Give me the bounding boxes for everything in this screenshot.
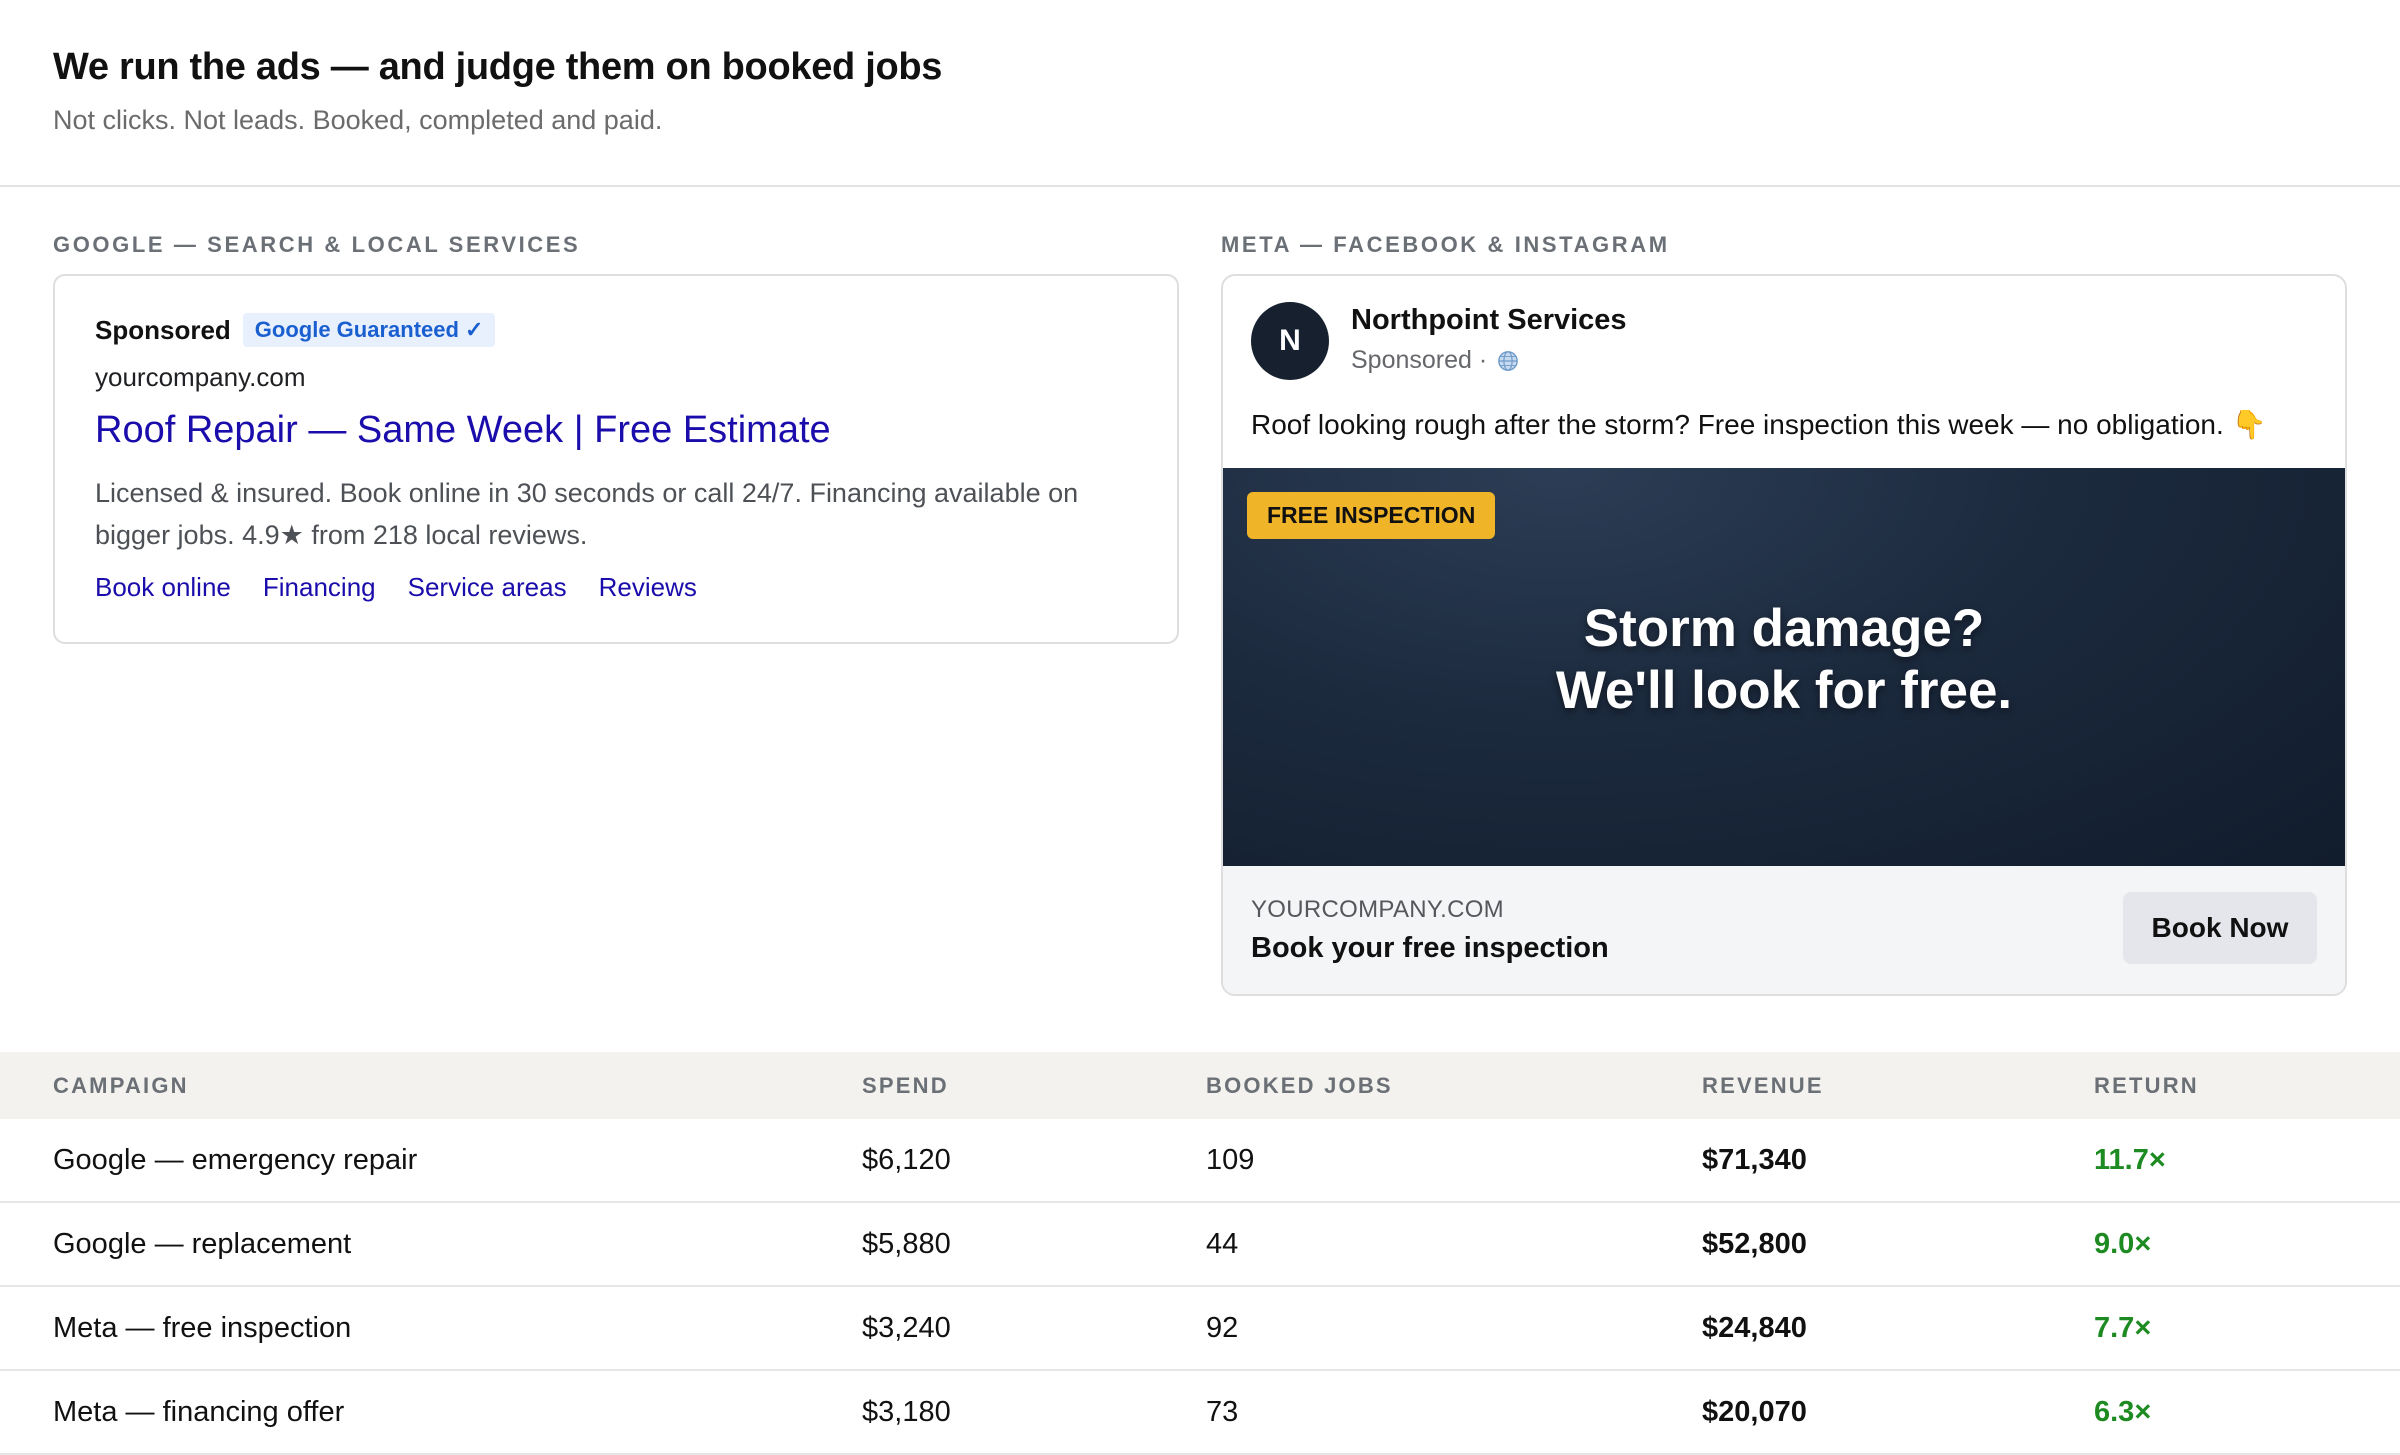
ad-creative-image[interactable]: FREE INSPECTION Storm damage? We'll look…	[1223, 468, 2345, 866]
sitelink-book-online[interactable]: Book online	[95, 572, 231, 603]
cell-campaign: Google — replacement	[53, 1227, 352, 1260]
ad-footer: YOURCOMPANY.COM Book your free inspectio…	[1223, 866, 2345, 994]
page-title: We run the ads — and judge them on booke…	[53, 46, 943, 88]
table-row: Meta — financing offer $3,180 73 $20,070…	[0, 1371, 2400, 1455]
table-row: Meta — free inspection $3,240 92 $24,840…	[0, 1287, 2400, 1371]
ad-site: YOURCOMPANY.COM	[1251, 896, 1504, 923]
cell-revenue: $20,070	[1702, 1395, 1807, 1428]
table-row: Google — emergency repair $6,120 109 $71…	[0, 1119, 2400, 1203]
post-header: N Northpoint Services Sponsored ·	[1223, 276, 2345, 380]
page-name[interactable]: Northpoint Services	[1351, 304, 1627, 337]
post-text: Roof looking rough after the storm? Free…	[1251, 409, 2267, 440]
header-revenue: REVENUE	[1702, 1072, 1824, 1098]
google-ad-top-line: Sponsored Google Guaranteed ✓	[95, 312, 1137, 348]
sponsored-label: Sponsored ·	[1351, 346, 1488, 374]
cell-return: 6.3×	[2094, 1395, 2152, 1428]
sitelink-financing[interactable]: Financing	[263, 572, 376, 603]
ad-cta-text: Book your free inspection	[1251, 932, 1609, 964]
table-row: Google — replacement $5,880 44 $52,800 9…	[0, 1203, 2400, 1287]
ad-domain: yourcompany.com	[95, 362, 306, 392]
page: We run the ads — and judge them on booke…	[0, 0, 2400, 1455]
book-now-button[interactable]: Book Now	[2123, 892, 2317, 964]
check-icon: ✓	[464, 317, 484, 342]
ad-headline-link[interactable]: Roof Repair — Same Week | Free Estimate	[95, 409, 1137, 452]
google-column: GOOGLE — SEARCH & LOCAL SERVICES Sponsor…	[53, 230, 1179, 644]
globe-icon	[1498, 350, 1519, 371]
cell-spend: $3,180	[862, 1395, 951, 1428]
cell-return: 7.7×	[2094, 1311, 2152, 1344]
cell-spend: $5,880	[862, 1227, 951, 1260]
sitelink-reviews[interactable]: Reviews	[599, 572, 697, 603]
avatar[interactable]: N	[1251, 302, 1329, 380]
free-inspection-tag: FREE INSPECTION	[1247, 492, 1496, 539]
meta-column: META — FACEBOOK & INSTAGRAM N Northpoint…	[1221, 230, 2347, 996]
sitelink-service-areas[interactable]: Service areas	[408, 572, 567, 603]
page-subtitle: Not clicks. Not leads. Booked, completed…	[53, 105, 663, 135]
meta-section-label: META — FACEBOOK & INSTAGRAM	[1221, 232, 1670, 257]
cell-booked-jobs: 92	[1206, 1311, 1239, 1344]
cell-return: 9.0×	[2094, 1227, 2152, 1260]
badge-label: Google Guaranteed	[254, 317, 459, 342]
cell-campaign: Meta — free inspection	[53, 1311, 352, 1344]
cell-revenue: $52,800	[1702, 1227, 1807, 1260]
header-booked-jobs: BOOKED JOBS	[1206, 1072, 1393, 1098]
cell-spend: $3,240	[862, 1311, 951, 1344]
creative-headline-line-2: We'll look for free.	[1555, 661, 2013, 720]
sitelinks: Book online Financing Service areas Revi…	[95, 572, 1137, 603]
cell-spend: $6,120	[862, 1143, 951, 1176]
cell-return: 11.7×	[2094, 1143, 2166, 1176]
cell-campaign: Google — emergency repair	[53, 1143, 418, 1176]
cell-revenue: $71,340	[1702, 1143, 1807, 1176]
cell-booked-jobs: 44	[1206, 1227, 1239, 1260]
cell-booked-jobs: 73	[1206, 1395, 1239, 1428]
table-header: CAMPAIGN SPEND BOOKED JOBS REVENUE RETUR…	[0, 1052, 2400, 1119]
cell-campaign: Meta — financing offer	[53, 1395, 345, 1428]
header-campaign: CAMPAIGN	[53, 1072, 189, 1098]
meta-ad-card: N Northpoint Services Sponsored · Roof l…	[1221, 274, 2347, 996]
cell-revenue: $24,840	[1702, 1311, 1807, 1344]
ad-examples: GOOGLE — SEARCH & LOCAL SERVICES Sponsor…	[53, 230, 2347, 1000]
google-ad-card: Sponsored Google Guaranteed ✓ yourcompan…	[53, 274, 1179, 644]
google-section-label: GOOGLE — SEARCH & LOCAL SERVICES	[53, 232, 581, 257]
cell-booked-jobs: 109	[1206, 1143, 1255, 1176]
sponsored-label: Sponsored	[95, 314, 231, 345]
header-spend: SPEND	[862, 1072, 949, 1098]
google-guaranteed-badge: Google Guaranteed ✓	[242, 313, 496, 347]
creative-headline: Storm damage? We'll look for free.	[1223, 598, 2345, 722]
campaign-table: CAMPAIGN SPEND BOOKED JOBS REVENUE RETUR…	[0, 1052, 2400, 1455]
creative-headline-line-1: Storm damage?	[1583, 599, 1985, 658]
page-header: We run the ads — and judge them on booke…	[0, 0, 2400, 187]
ad-description: Licensed & insured. Book online in 30 se…	[95, 478, 1079, 550]
post-meta: Sponsored ·	[1351, 346, 1519, 375]
header-return: RETURN	[2094, 1072, 2199, 1098]
